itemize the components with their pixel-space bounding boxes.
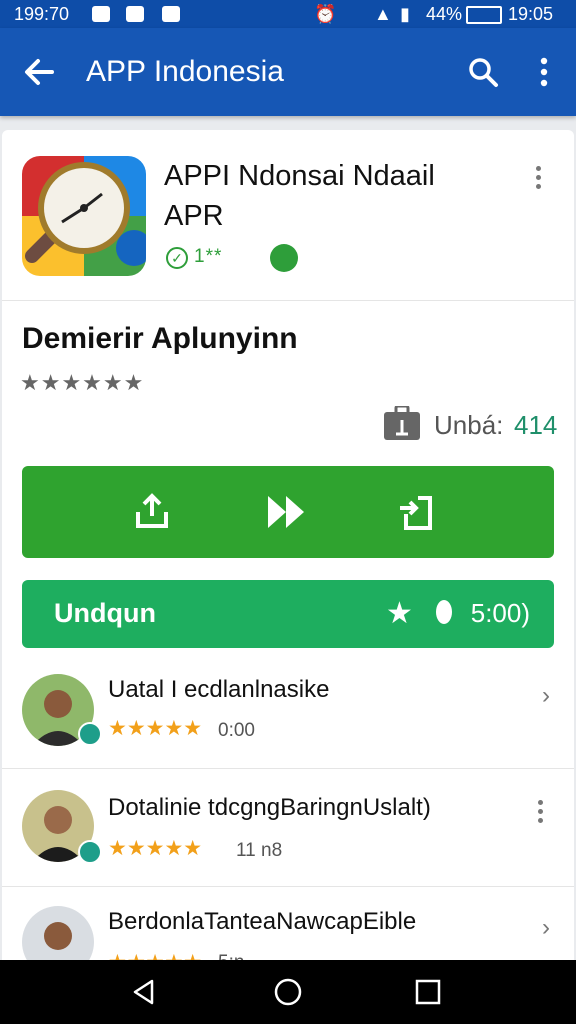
list-item-title: Uatal I ecdlanlnasike xyxy=(108,676,330,703)
chevron-right-icon[interactable]: › xyxy=(542,914,550,942)
list-item[interactable]: Dotalinie tdcgngBaringnUslalt) ★★★★★ 11 … xyxy=(2,778,574,884)
recents-icon[interactable] xyxy=(415,979,441,1005)
star-icon: ★ xyxy=(386,597,413,630)
list-item-meta: 0:00 xyxy=(218,720,255,741)
download-icon[interactable] xyxy=(132,492,172,532)
list-item-meta: 11 n8 xyxy=(236,840,283,861)
list-item-title: BerdonlaTanteaNawcapEible xyxy=(108,908,417,935)
list-item-stars: ★★★★★ xyxy=(108,950,202,960)
more-vert-icon[interactable] xyxy=(539,57,549,87)
info-label: Unbá: xyxy=(434,410,504,440)
alarm-icon: ⏰ xyxy=(314,4,337,24)
install-label: Undqun xyxy=(54,598,156,628)
list-item[interactable]: Uatal I ecdlanlnasike ★★★★★ 0:00 › xyxy=(2,660,574,766)
share-icon[interactable] xyxy=(396,492,436,532)
card-divider xyxy=(2,300,574,301)
app-name-line1: APPI Ndonsai Ndaail xyxy=(164,160,435,192)
status-time-right: 19:05 xyxy=(508,4,554,24)
app-rating-stars: 1** xyxy=(194,246,223,267)
app-notification-icon xyxy=(126,6,144,22)
info-value: 414 xyxy=(514,410,558,440)
home-icon[interactable] xyxy=(273,977,303,1007)
primary-action-bar xyxy=(22,466,554,558)
back-arrow-icon[interactable] xyxy=(22,55,56,89)
app-icon xyxy=(22,156,146,276)
chevron-right-icon[interactable]: › xyxy=(542,682,550,710)
wifi-icon: ▲ xyxy=(374,4,392,24)
verified-badge-icon: ✓ xyxy=(166,247,188,269)
page-title: APP Indonesia xyxy=(86,55,284,88)
app-name: APPI Ndonsai Ndaail APR xyxy=(164,156,504,236)
section-rating-stars: ★★★★★★ xyxy=(20,370,145,395)
install-price: 5:00) xyxy=(470,598,530,628)
list-item-stars: ★★★★★ xyxy=(108,717,203,740)
status-bar: 199:70 ⏰ ▲ ▮ 44% 19:05 xyxy=(0,0,576,28)
section-title: Demierir Aplunyinn xyxy=(22,322,298,355)
list-item-menu-icon[interactable] xyxy=(538,800,544,824)
app-bar: APP Indonesia xyxy=(0,28,576,116)
list-divider xyxy=(2,886,574,887)
notification-icon xyxy=(92,6,110,22)
back-icon[interactable] xyxy=(130,978,158,1006)
system-nav-bar xyxy=(0,960,576,1024)
battery-icon xyxy=(466,6,502,24)
bag-icon xyxy=(384,406,420,440)
list-item[interactable]: BerdonlaTanteaNawcapEible ★★★★★ 5:n › xyxy=(2,896,574,960)
list-divider xyxy=(2,768,574,769)
list-item-title: Dotalinie tdcgngBaringnUslalt) xyxy=(108,794,431,821)
avatar xyxy=(22,906,94,960)
search-icon[interactable] xyxy=(467,56,499,88)
shield-icon xyxy=(162,6,180,22)
list-item-meta: 5:n xyxy=(218,952,244,960)
signal-icon: ▮ xyxy=(400,4,410,24)
editor-badge-icon xyxy=(270,244,298,272)
status-time-left: 199:70 xyxy=(14,4,70,24)
list-item-stars: ★★★★★ xyxy=(108,837,203,860)
pin-icon xyxy=(436,600,452,624)
battery-percent: 44% xyxy=(426,4,463,24)
app-name-line2: APR xyxy=(164,200,224,232)
avatar-badge-icon xyxy=(78,840,102,864)
avatar-badge-icon xyxy=(78,722,102,746)
app-menu-icon[interactable] xyxy=(536,166,542,190)
install-button[interactable]: Undqun ★ 5:00) xyxy=(22,580,554,648)
fast-forward-icon[interactable] xyxy=(266,494,306,530)
